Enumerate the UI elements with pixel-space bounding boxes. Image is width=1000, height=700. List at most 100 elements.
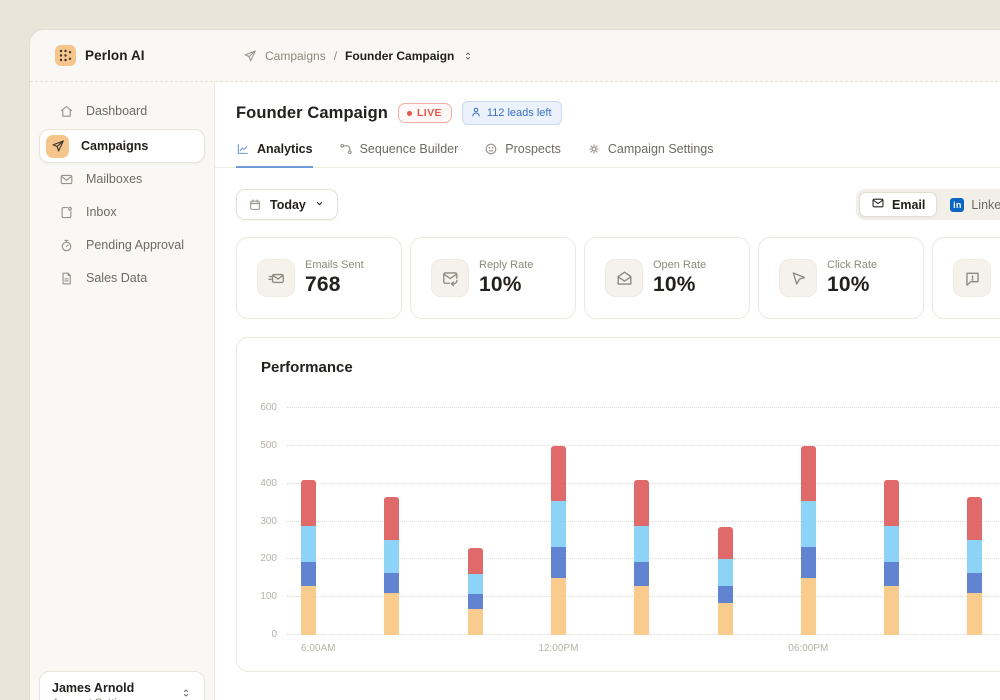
sidebar-item-dashboard[interactable]: Dashboard	[43, 96, 201, 126]
tab-analytics[interactable]: Analytics	[236, 142, 313, 168]
chat-bubble-icon	[953, 259, 991, 297]
y-axis-tick-label: 100	[260, 591, 277, 602]
tab-label: Sequence Builder	[360, 142, 459, 156]
breadcrumb-current[interactable]: Founder Campaign	[345, 49, 454, 63]
date-range-button[interactable]: Today	[236, 189, 338, 220]
bar-segment[interactable]	[551, 578, 566, 635]
bar-segment[interactable]	[468, 548, 483, 574]
bar-segment[interactable]	[718, 559, 733, 585]
bar-segment[interactable]	[801, 578, 816, 635]
bar-segment[interactable]	[801, 547, 816, 578]
bar-segment[interactable]	[551, 446, 566, 501]
tab-sequence-builder[interactable]: Sequence Builder	[339, 142, 459, 168]
bar-segment[interactable]	[884, 586, 899, 635]
bar-segment[interactable]	[634, 586, 649, 635]
bar-segment[interactable]	[967, 497, 982, 541]
stat-card-reply-rate: Reply Rate 10%	[410, 237, 576, 319]
sidebar-item-label: Campaigns	[81, 139, 148, 153]
channel-email-button[interactable]: Email	[859, 192, 937, 217]
y-axis-tick-label: 300	[260, 516, 277, 527]
tab-campaign-settings[interactable]: Campaign Settings	[587, 142, 714, 168]
brand: Perlon AI	[30, 45, 215, 66]
stat-value: 10%	[653, 273, 706, 297]
main-content: Founder Campaign LIVE 112 leads left	[215, 82, 1000, 700]
bar-segment[interactable]	[634, 562, 649, 585]
mail-sent-icon	[257, 259, 295, 297]
bar-segment[interactable]	[551, 547, 566, 578]
bar-segment[interactable]	[718, 527, 733, 559]
live-dot-icon	[407, 111, 412, 116]
linkedin-icon: in	[950, 198, 964, 212]
smiley-icon	[484, 142, 498, 156]
bar-segment[interactable]	[551, 501, 566, 548]
stat-body: Reply Rate 10%	[479, 259, 533, 297]
bar-segment[interactable]	[967, 540, 982, 572]
sidebar-item-mailboxes[interactable]: Mailboxes	[43, 164, 201, 194]
chart-title: Performance	[261, 359, 353, 376]
bar-segment[interactable]	[384, 593, 399, 635]
sidebar: Dashboard Campaigns Mailboxes	[30, 82, 215, 700]
bar-segment[interactable]	[884, 562, 899, 585]
document-icon	[58, 270, 74, 286]
stat-label: Reply Rate	[479, 259, 533, 271]
y-axis-tick-label: 0	[271, 629, 277, 640]
stat-value: 768	[305, 273, 364, 297]
bar-segment[interactable]	[468, 574, 483, 594]
stat-body: Emails Sent 768	[305, 259, 364, 297]
sidebar-item-sales-data[interactable]: Sales Data	[43, 263, 201, 293]
inbox-icon	[58, 204, 74, 220]
channel-label: LinkedIn	[971, 198, 1000, 212]
tab-bar: Analytics Sequence Builder Prospects	[215, 142, 1000, 168]
leads-left-label: 112 leads left	[487, 107, 552, 119]
bar-segment[interactable]	[468, 609, 483, 635]
bar-segment[interactable]	[301, 480, 316, 526]
breadcrumb-separator: /	[334, 49, 337, 63]
bar-segment[interactable]	[384, 540, 399, 572]
chevron-updown-icon[interactable]	[462, 50, 474, 62]
channel-linkedin-button[interactable]: in LinkedIn	[939, 192, 1000, 217]
bar-segment[interactable]	[967, 573, 982, 594]
bar-segment[interactable]	[634, 480, 649, 526]
bar-segment[interactable]	[718, 603, 733, 635]
tab-label: Campaign Settings	[608, 142, 714, 156]
performance-panel: Performance 01002003004005006006:00AM12:…	[236, 337, 1000, 672]
sidebar-item-label: Mailboxes	[86, 172, 142, 186]
app-window: Perlon AI Campaigns / Founder Campaign	[30, 30, 1000, 700]
calendar-icon	[248, 198, 262, 212]
bar-segment[interactable]	[384, 573, 399, 594]
bar-segment[interactable]	[801, 501, 816, 548]
bar-segment[interactable]	[718, 586, 733, 603]
bar-segment[interactable]	[801, 446, 816, 501]
bar-segment[interactable]	[384, 497, 399, 541]
x-axis-tick-label: 06:00PM	[788, 643, 828, 654]
bar-segment[interactable]	[301, 562, 316, 585]
home-icon	[58, 103, 74, 119]
stat-card-click-rate: Click Rate 10%	[758, 237, 924, 319]
stat-card-bounce-rate: Bounce Rate	[932, 237, 1000, 319]
chevron-updown-icon	[180, 686, 192, 700]
stat-value: 10%	[479, 273, 533, 297]
date-range-label: Today	[270, 198, 306, 212]
bar-segment[interactable]	[884, 526, 899, 562]
bar-segment[interactable]	[634, 526, 649, 562]
sidebar-item-pending-approval[interactable]: Pending Approval	[43, 230, 201, 260]
bar-segment[interactable]	[468, 594, 483, 608]
bar-segment[interactable]	[301, 586, 316, 635]
account-settings-button[interactable]: James Arnold Account Settings	[39, 671, 205, 700]
mail-icon	[58, 171, 74, 187]
send-icon	[46, 135, 69, 158]
mail-reply-icon	[431, 259, 469, 297]
bar-segment[interactable]	[967, 593, 982, 635]
tab-prospects[interactable]: Prospects	[484, 142, 561, 168]
breadcrumb-section[interactable]: Campaigns	[265, 49, 326, 63]
bar-segment[interactable]	[884, 480, 899, 526]
tab-label: Analytics	[257, 142, 313, 156]
stat-label: Click Rate	[827, 259, 877, 271]
bar-segment[interactable]	[301, 526, 316, 562]
sidebar-item-inbox[interactable]: Inbox	[43, 197, 201, 227]
sidebar-item-label: Inbox	[86, 205, 117, 219]
sidebar-item-campaigns[interactable]: Campaigns	[39, 129, 205, 163]
x-axis-tick-label: 6:00AM	[301, 643, 335, 654]
channel-toggle: Email in LinkedIn	[856, 189, 1000, 220]
chart-plot: 01002003004005006006:00AM12:00PM06:00PM	[287, 408, 1000, 635]
